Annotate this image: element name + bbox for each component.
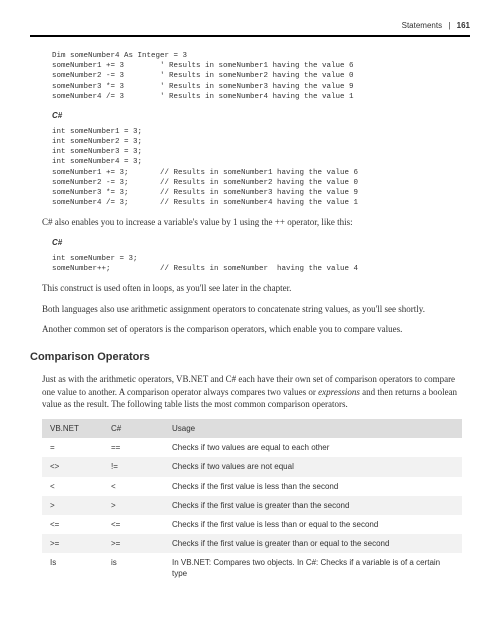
table-header: Usage [164,419,462,438]
table-cell: != [103,457,164,476]
table-cell: <= [103,515,164,534]
table-cell: Is [42,553,103,583]
table-header: C# [103,419,164,438]
table-row: = == Checks if two values are equal to e… [42,438,462,457]
code-vb: Dim someNumber4 As Integer = 3 someNumbe… [52,51,470,102]
code-cs: int someNumber1 = 3; int someNumber2 = 3… [52,127,470,208]
table-header-row: VB.NET C# Usage [42,419,462,438]
table-cell: < [103,477,164,496]
table-row: <> != Checks if two values are not equal [42,457,462,476]
table-cell: is [103,553,164,583]
table-cell: < [42,477,103,496]
page-header: Statements | 161 [30,20,470,37]
table-cell: <> [42,457,103,476]
table-cell: >= [42,534,103,553]
table-row: >= >= Checks if the first value is great… [42,534,462,553]
header-divider: | [448,21,450,30]
table-row: <= <= Checks if the first value is less … [42,515,462,534]
paragraph: C# also enables you to increase a variab… [42,216,470,229]
page-number: 161 [457,21,470,30]
lang-label-cs2: C# [52,237,470,248]
table-row: > > Checks if the first value is greater… [42,496,462,515]
table-row: < < Checks if the first value is less th… [42,477,462,496]
paragraph: Another common set of operators is the c… [42,323,470,336]
table-cell: == [103,438,164,457]
table-cell: Checks if two values are not equal [164,457,462,476]
table-cell: Checks if the first value is greater tha… [164,496,462,515]
header-section: Statements [402,21,442,30]
table-cell: Checks if the first value is greater tha… [164,534,462,553]
table-cell: > [103,496,164,515]
table-cell: > [42,496,103,515]
table-cell: = [42,438,103,457]
table-cell: Checks if the first value is less than o… [164,515,462,534]
lang-label-cs: C# [52,110,470,121]
paragraph: This construct is used often in loops, a… [42,282,470,295]
section-heading: Comparison Operators [30,350,470,365]
table-cell: >= [103,534,164,553]
para-em: expressions [318,387,360,397]
code-cs2: int someNumber = 3; someNumber++; // Res… [52,254,470,274]
table-header: VB.NET [42,419,103,438]
table-row: Is is In VB.NET: Compares two objects. I… [42,553,462,583]
table-cell: <= [42,515,103,534]
paragraph: Just as with the arithmetic operators, V… [42,373,470,411]
table-cell: Checks if the first value is less than t… [164,477,462,496]
comparison-operators-table: VB.NET C# Usage = == Checks if two value… [42,419,462,584]
table-cell: In VB.NET: Compares two objects. In C#: … [164,553,462,583]
paragraph: Both languages also use arithmetic assig… [42,303,470,316]
table-cell: Checks if two values are equal to each o… [164,438,462,457]
